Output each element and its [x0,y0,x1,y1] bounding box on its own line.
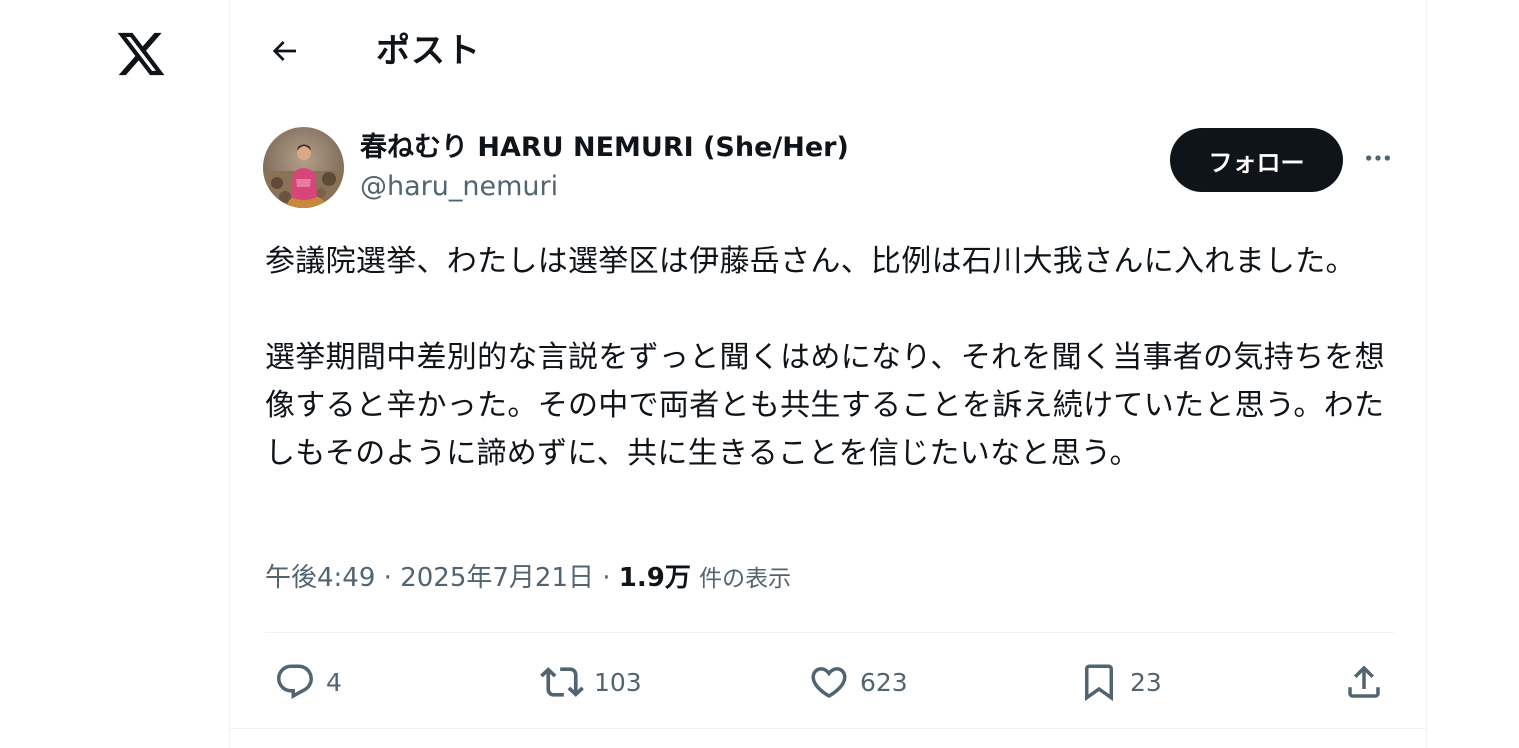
more-button[interactable] [1356,138,1400,182]
share-button[interactable] [1343,660,1385,704]
bookmark-icon [1078,661,1120,703]
repost-count: 103 [594,667,642,697]
like-count: 623 [860,667,908,697]
post-meta: 午後4:49 · 2025年7月21日 · 1.9万 件の表示 [265,558,791,599]
repost-icon [540,660,584,704]
heart-icon [808,661,850,703]
reply-count: 4 [326,667,342,697]
views-label: 件の表示 [699,566,792,592]
divider [230,728,1426,729]
meta-separator: · [383,563,392,593]
display-name[interactable]: 春ねむり HARU NEMURI (She/Her) [360,131,849,165]
views-count: 1.9万 [618,563,691,593]
back-button[interactable] [261,30,307,76]
page: ポスト 春ねむり HARU NEMURI (She/Her) @haru_nem… [0,0,1519,748]
primary-column: ポスト 春ねむり HARU NEMURI (She/Her) @haru_nem… [229,0,1427,748]
bookmark-button[interactable]: 23 [1078,660,1162,704]
post-text: 参議院選挙、わたしは選挙区は伊藤岳さん、比例は石川大我さんに入れました。 選挙期… [265,238,1395,478]
share-icon [1343,661,1385,703]
page-title: ポスト [376,31,481,71]
follow-button[interactable]: フォロー [1170,128,1343,192]
x-logo-icon[interactable] [112,28,170,80]
post-paragraph: 参議院選挙、わたしは選挙区は伊藤岳さん、比例は石川大我さんに入れました。 [265,244,1356,279]
avatar[interactable] [263,127,344,208]
reply-button[interactable]: 4 [274,660,342,704]
meta-separator: · [602,563,611,593]
more-horizontal-icon [1362,142,1394,178]
post-date[interactable]: 2025年7月21日 [400,563,594,593]
repost-button[interactable]: 103 [540,660,642,704]
page-header: ポスト [230,0,1426,104]
arrow-left-icon [268,35,300,71]
divider [265,632,1394,633]
reply-icon [274,661,316,703]
bookmark-count: 23 [1130,667,1162,697]
user-handle[interactable]: @haru_nemuri [360,170,558,204]
like-button[interactable]: 623 [808,660,908,704]
post-paragraph: 選挙期間中差別的な言説をずっと聞くはめになり、それを聞く当事者の気持ちを想像する… [265,340,1385,471]
post-time[interactable]: 午後4:49 [265,563,375,593]
